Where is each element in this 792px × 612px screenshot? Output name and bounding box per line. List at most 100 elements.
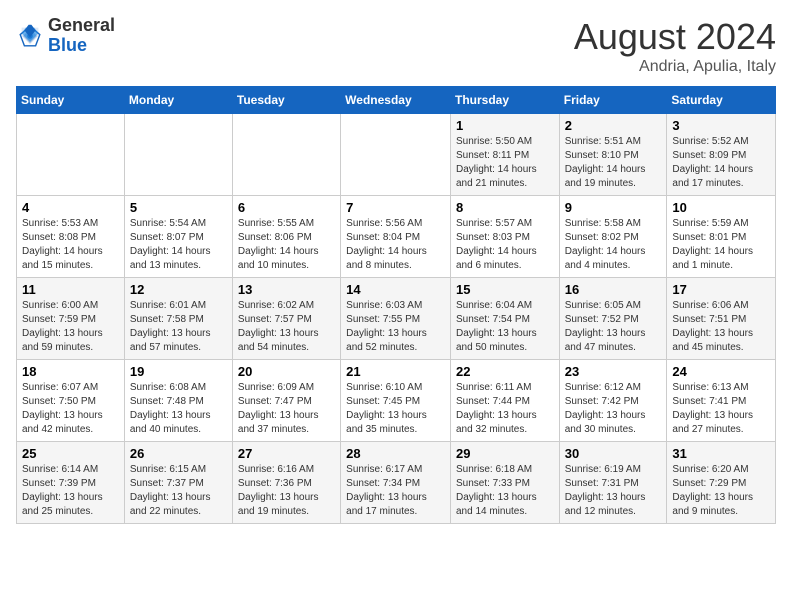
day-number: 14 [346, 282, 445, 297]
day-info: Sunrise: 6:15 AM Sunset: 7:37 PM Dayligh… [130, 463, 227, 519]
day-info: Sunrise: 5:51 AM Sunset: 8:10 PM Dayligh… [565, 135, 662, 191]
day-info: Sunrise: 6:14 AM Sunset: 7:39 PM Dayligh… [22, 463, 119, 519]
day-info: Sunrise: 6:12 AM Sunset: 7:42 PM Dayligh… [565, 381, 662, 437]
calendar-cell: 27 Sunrise: 6:16 AM Sunset: 7:36 PM Dayli… [232, 442, 340, 524]
calendar-cell: 30 Sunrise: 6:19 AM Sunset: 7:31 PM Dayli… [559, 442, 667, 524]
calendar-cell: 17 Sunrise: 6:06 AM Sunset: 7:51 PM Dayli… [667, 278, 776, 360]
calendar-cell: 5 Sunrise: 5:54 AM Sunset: 8:07 PM Daylig… [124, 196, 232, 278]
day-number: 2 [565, 118, 662, 133]
day-info: Sunrise: 5:52 AM Sunset: 8:09 PM Dayligh… [672, 135, 770, 191]
calendar-cell [124, 114, 232, 196]
calendar-cell: 28 Sunrise: 6:17 AM Sunset: 7:34 PM Dayli… [341, 442, 451, 524]
weekday-header: Tuesday [232, 87, 340, 114]
day-info: Sunrise: 6:01 AM Sunset: 7:58 PM Dayligh… [130, 299, 227, 355]
calendar-cell: 22 Sunrise: 6:11 AM Sunset: 7:44 PM Dayli… [450, 360, 559, 442]
calendar-cell: 11Sunrise: 6:00 AM Sunset: 7:59 PM Dayli… [17, 278, 125, 360]
day-info: Sunrise: 6:05 AM Sunset: 7:52 PM Dayligh… [565, 299, 662, 355]
day-info: Sunrise: 6:17 AM Sunset: 7:34 PM Dayligh… [346, 463, 445, 519]
day-number: 1 [456, 118, 554, 133]
day-info: Sunrise: 6:09 AM Sunset: 7:47 PM Dayligh… [238, 381, 335, 437]
calendar-cell: 29 Sunrise: 6:18 AM Sunset: 7:33 PM Dayli… [450, 442, 559, 524]
calendar-cell: 26 Sunrise: 6:15 AM Sunset: 7:37 PM Dayli… [124, 442, 232, 524]
day-number: 7 [346, 200, 445, 215]
weekday-header: Sunday [17, 87, 125, 114]
day-info: Sunrise: 6:08 AM Sunset: 7:48 PM Dayligh… [130, 381, 227, 437]
calendar-cell: 24 Sunrise: 6:13 AM Sunset: 7:41 PM Dayli… [667, 360, 776, 442]
day-number: 26 [130, 446, 227, 461]
calendar-cell: 6Sunrise: 5:55 AM Sunset: 8:06 PM Daylig… [232, 196, 340, 278]
day-info: Sunrise: 6:00 AM Sunset: 7:59 PM Dayligh… [22, 299, 119, 355]
day-number: 27 [238, 446, 335, 461]
weekday-header: Thursday [450, 87, 559, 114]
location-subtitle: Andria, Apulia, Italy [574, 58, 776, 76]
calendar-cell: 3 Sunrise: 5:52 AM Sunset: 8:09 PM Daylig… [667, 114, 776, 196]
day-number: 20 [238, 364, 335, 379]
day-number: 13 [238, 282, 335, 297]
day-number: 5 [130, 200, 227, 215]
title-block: August 2024 Andria, Apulia, Italy [574, 16, 776, 76]
day-info: Sunrise: 6:07 AM Sunset: 7:50 PM Dayligh… [22, 381, 119, 437]
day-number: 22 [456, 364, 554, 379]
day-number: 29 [456, 446, 554, 461]
day-info: Sunrise: 5:54 AM Sunset: 8:07 PM Dayligh… [130, 217, 227, 273]
calendar-week-row: 4Sunrise: 5:53 AM Sunset: 8:08 PM Daylig… [17, 196, 776, 278]
day-info: Sunrise: 5:50 AM Sunset: 8:11 PM Dayligh… [456, 135, 554, 191]
day-info: Sunrise: 6:10 AM Sunset: 7:45 PM Dayligh… [346, 381, 445, 437]
day-number: 18 [22, 364, 119, 379]
calendar-cell [232, 114, 340, 196]
calendar-cell: 1 Sunrise: 5:50 AM Sunset: 8:11 PM Daylig… [450, 114, 559, 196]
calendar-cell: 18 Sunrise: 6:07 AM Sunset: 7:50 PM Dayli… [17, 360, 125, 442]
calendar-body: 1 Sunrise: 5:50 AM Sunset: 8:11 PM Daylig… [17, 114, 776, 524]
day-info: Sunrise: 6:18 AM Sunset: 7:33 PM Dayligh… [456, 463, 554, 519]
calendar-cell: 20 Sunrise: 6:09 AM Sunset: 7:47 PM Dayli… [232, 360, 340, 442]
day-number: 3 [672, 118, 770, 133]
day-number: 4 [22, 200, 119, 215]
weekday-header: Monday [124, 87, 232, 114]
day-number: 24 [672, 364, 770, 379]
day-number: 30 [565, 446, 662, 461]
day-info: Sunrise: 5:58 AM Sunset: 8:02 PM Dayligh… [565, 217, 662, 273]
day-number: 9 [565, 200, 662, 215]
day-info: Sunrise: 5:57 AM Sunset: 8:03 PM Dayligh… [456, 217, 554, 273]
day-number: 10 [672, 200, 770, 215]
calendar-cell: 10 Sunrise: 5:59 AM Sunset: 8:01 PM Dayli… [667, 196, 776, 278]
calendar-week-row: 25 Sunrise: 6:14 AM Sunset: 7:39 PM Dayli… [17, 442, 776, 524]
day-info: Sunrise: 6:04 AM Sunset: 7:54 PM Dayligh… [456, 299, 554, 355]
logo: General Blue [16, 16, 115, 56]
calendar-cell: 7 Sunrise: 5:56 AM Sunset: 8:04 PM Daylig… [341, 196, 451, 278]
day-info: Sunrise: 6:06 AM Sunset: 7:51 PM Dayligh… [672, 299, 770, 355]
day-number: 12 [130, 282, 227, 297]
day-number: 28 [346, 446, 445, 461]
weekday-header: Friday [559, 87, 667, 114]
calendar-cell: 8Sunrise: 5:57 AM Sunset: 8:03 PM Daylig… [450, 196, 559, 278]
day-info: Sunrise: 6:02 AM Sunset: 7:57 PM Dayligh… [238, 299, 335, 355]
month-title: August 2024 [574, 16, 776, 58]
day-number: 16 [565, 282, 662, 297]
day-info: Sunrise: 6:11 AM Sunset: 7:44 PM Dayligh… [456, 381, 554, 437]
calendar-cell: 9 Sunrise: 5:58 AM Sunset: 8:02 PM Daylig… [559, 196, 667, 278]
weekday-header: Saturday [667, 87, 776, 114]
calendar-cell: 19Sunrise: 6:08 AM Sunset: 7:48 PM Dayli… [124, 360, 232, 442]
day-number: 23 [565, 364, 662, 379]
calendar-cell: 23 Sunrise: 6:12 AM Sunset: 7:42 PM Dayli… [559, 360, 667, 442]
calendar-week-row: 11Sunrise: 6:00 AM Sunset: 7:59 PM Dayli… [17, 278, 776, 360]
calendar-cell: 31Sunrise: 6:20 AM Sunset: 7:29 PM Dayli… [667, 442, 776, 524]
day-info: Sunrise: 6:20 AM Sunset: 7:29 PM Dayligh… [672, 463, 770, 519]
day-info: Sunrise: 6:13 AM Sunset: 7:41 PM Dayligh… [672, 381, 770, 437]
calendar-week-row: 1 Sunrise: 5:50 AM Sunset: 8:11 PM Daylig… [17, 114, 776, 196]
day-number: 21 [346, 364, 445, 379]
calendar-header: SundayMondayTuesdayWednesdayThursdayFrid… [17, 87, 776, 114]
calendar-cell [341, 114, 451, 196]
day-number: 25 [22, 446, 119, 461]
day-info: Sunrise: 6:19 AM Sunset: 7:31 PM Dayligh… [565, 463, 662, 519]
day-number: 15 [456, 282, 554, 297]
calendar-cell: 14Sunrise: 6:03 AM Sunset: 7:55 PM Dayli… [341, 278, 451, 360]
day-info: Sunrise: 5:56 AM Sunset: 8:04 PM Dayligh… [346, 217, 445, 273]
calendar-cell: 21 Sunrise: 6:10 AM Sunset: 7:45 PM Dayli… [341, 360, 451, 442]
day-number: 17 [672, 282, 770, 297]
day-info: Sunrise: 5:59 AM Sunset: 8:01 PM Dayligh… [672, 217, 770, 273]
calendar-cell [17, 114, 125, 196]
calendar-cell: 16 Sunrise: 6:05 AM Sunset: 7:52 PM Dayli… [559, 278, 667, 360]
day-info: Sunrise: 6:16 AM Sunset: 7:36 PM Dayligh… [238, 463, 335, 519]
calendar-table: SundayMondayTuesdayWednesdayThursdayFrid… [16, 86, 776, 524]
